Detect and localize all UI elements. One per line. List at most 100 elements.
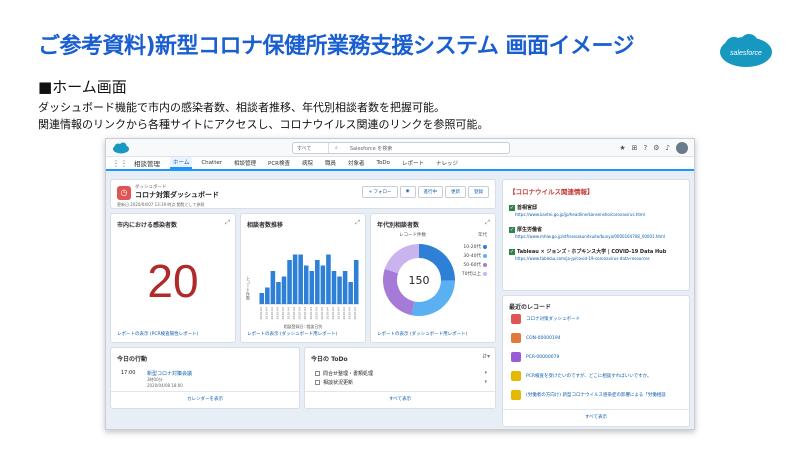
x-tick-label: 2020-04 <box>325 307 329 320</box>
salesforce-logo: salesforce <box>720 34 772 67</box>
todo-view-all-link[interactable]: すべて表示 <box>305 396 495 402</box>
knowledge-icon <box>511 371 521 381</box>
x-tick-label: 2020-04 <box>309 307 313 320</box>
bar <box>276 282 281 304</box>
consultation-trend-card: 相談者数推移 ⤢ 2020-04 2020-04 2020-04 2020-04 202… <box>240 213 366 343</box>
recent-record[interactable]: (労働者の方向け) 新型コロナウイルス感染症の影響による「労働相談 <box>511 390 666 400</box>
check-icon: ✓ <box>509 226 515 233</box>
tab-consultation[interactable]: 相談管理 <box>231 157 259 169</box>
notification-bell-icon[interactable]: ♪ <box>666 144 670 152</box>
global-search[interactable]: すべて ⌕ Salesforce を検索 <box>292 142 510 154</box>
nav-bar: ⋮⋮ 相談管理 ホーム Chatter 相談管理 PCR検査 病院 職員 対象者… <box>106 157 694 171</box>
calendar-link[interactable]: カレンダーを表示 <box>111 396 299 402</box>
age-report-link[interactable]: レポートの表示 (ダッシュボード用レポート) <box>377 331 467 337</box>
legend-swatch <box>483 245 487 249</box>
x-tick-label: 2020-04 <box>337 307 341 320</box>
x-tick-label: 2020-04 <box>303 307 307 320</box>
recent-view-all-link[interactable]: すべて表示 <box>503 414 689 420</box>
bar <box>320 265 326 304</box>
link-url[interactable]: https://www.mhlw.go.jp/stf/seisakunitsui… <box>515 234 665 239</box>
recent-record[interactable]: PCR検査を受けたいのですが、どこに相談すればいいですか。 <box>511 371 652 381</box>
x-tick-label: 2020-04 <box>292 307 296 320</box>
chevron-down-icon[interactable]: ▾ <box>484 379 487 385</box>
event-datetime: 2020/04/08 18:00 <box>147 383 183 388</box>
expand-icon[interactable]: ⤢ <box>485 219 490 227</box>
age-title: 年代別相談者数 <box>377 222 420 229</box>
checkbox[interactable] <box>315 380 320 385</box>
age-group-card: 年代別相談者数 ⤢ 年代 レコード件数 150 10-20代 30-40代 50-6… <box>370 213 496 343</box>
tab-subject[interactable]: 対象者 <box>345 157 368 169</box>
recent-record[interactable]: コロナ対策ダッシュボード <box>511 314 580 324</box>
x-tick-label: 2020-04 <box>275 307 279 320</box>
chevron-down-icon[interactable]: ▾ <box>484 370 487 376</box>
check-icon: ✓ <box>509 204 515 211</box>
user-avatar[interactable] <box>676 142 688 154</box>
expand-icon[interactable]: ⤢ <box>355 219 360 227</box>
recent-title: 最近のレコード <box>509 304 552 311</box>
legend-label: 10-20代 <box>463 245 481 250</box>
bar <box>337 276 342 304</box>
search-scope[interactable]: すべて <box>293 143 329 153</box>
add-icon[interactable]: ⊞ <box>632 144 638 152</box>
bar <box>353 260 359 304</box>
follow-button[interactable]: + フォロー <box>362 186 398 198</box>
tab-hospital[interactable]: 病院 <box>299 157 316 169</box>
todo-item[interactable]: 相談状況更新 <box>315 379 353 386</box>
tab-staff[interactable]: 職員 <box>322 157 339 169</box>
legend-label: 50-60代 <box>463 263 481 268</box>
tab-knowledge[interactable]: ナレッジ <box>433 157 461 169</box>
bar <box>265 287 270 304</box>
links-title: 【コロナウイルス関連情報】 <box>509 188 594 196</box>
trend-xlabel: 相談登録日: 相談日別 <box>283 324 323 329</box>
recent-records-card: 最近のレコード コロナ対策ダッシュボード CON-00000194 PCR-00… <box>502 295 690 427</box>
tab-todo[interactable]: ToDo <box>374 157 393 169</box>
tab-pcr[interactable]: PCR検査 <box>265 157 293 169</box>
dashboard-header: ◷ ダッシュボード コロナ対策ダッシュボード 更新日 2020/04/07 13… <box>110 179 496 209</box>
subscribe-icon-button[interactable]: ◉ <box>399 186 416 198</box>
x-tick-label: 2020-04 <box>320 307 324 320</box>
tab-home[interactable]: ホーム <box>170 157 193 169</box>
help-icon[interactable]: ? <box>644 144 648 152</box>
legend-swatch <box>483 254 487 258</box>
link-url[interactable]: https://www.kantei.go.jp/jp/headline/kan… <box>515 212 645 217</box>
favorites-star-icon[interactable]: ★ <box>619 144 625 152</box>
tab-reports[interactable]: レポート <box>399 157 427 169</box>
legend-swatch <box>483 263 487 267</box>
app-launcher-icon[interactable]: ⋮⋮ <box>112 159 128 168</box>
bar <box>342 271 348 304</box>
infection-count-card: 市内における感染者数 ⤢ 20 レポートの表示 (PCR検査陽性レポート) <box>110 213 236 343</box>
bar <box>303 265 309 304</box>
divider <box>111 391 299 392</box>
event-title[interactable]: 新型コロナ対策会議 <box>147 370 192 377</box>
bar <box>326 254 331 304</box>
salesforce-cloud-icon[interactable] <box>112 142 130 154</box>
trend-title: 相談者数推移 <box>247 222 284 229</box>
top-bar: すべて ⌕ Salesforce を検索 ★ ⊞ ? ⚙ ♪ <box>106 139 694 157</box>
age-donut-chart: 150 <box>383 244 455 316</box>
search-icon: ⌕ <box>335 145 338 151</box>
bar <box>281 276 287 304</box>
today-events-card: 今日の行動 17:00 新型コロナ対策会議 3時00分 2020/04/08 1… <box>110 347 300 409</box>
infection-report-link[interactable]: レポートの表示 (PCR検査陽性レポート) <box>117 331 198 337</box>
todo-dropdown-icon[interactable]: ⇵▾ <box>482 353 490 360</box>
expand-icon[interactable]: ⤢ <box>225 219 230 227</box>
in-progress-button[interactable]: 進行中 <box>417 186 443 198</box>
today-todo-card: 今日の ToDo ⇵▾ 問合せ整理・書類処理 ▾ 相談状況更新 ▾ すべて表示 <box>304 347 496 409</box>
x-tick-label: 2020-04 <box>298 307 302 320</box>
trend-report-link[interactable]: レポートの表示 (ダッシュボード用レポート) <box>247 331 337 337</box>
todo-label: 相談状況更新 <box>323 380 354 386</box>
recent-record[interactable]: CON-00000194 <box>511 333 561 343</box>
recent-record[interactable]: PCR-00000079 <box>511 352 559 362</box>
checkbox[interactable] <box>315 371 320 376</box>
donut-center-label: 150 <box>409 274 430 287</box>
register-button[interactable]: 登録 <box>468 186 489 198</box>
todo-title: 今日の ToDo <box>311 356 348 363</box>
dashboard-name: コロナ対策ダッシュボード <box>135 191 219 199</box>
tab-chatter[interactable]: Chatter <box>198 157 225 169</box>
settings-gear-icon[interactable]: ⚙ <box>653 144 659 152</box>
todo-item[interactable]: 問合せ整理・書類処理 <box>315 370 373 377</box>
refresh-button[interactable]: 更新 <box>445 186 466 198</box>
events-title: 今日の行動 <box>117 356 148 363</box>
link-url[interactable]: https://www.tableau.com/ja-jp/covid-19-c… <box>515 256 650 261</box>
bar <box>298 254 303 304</box>
